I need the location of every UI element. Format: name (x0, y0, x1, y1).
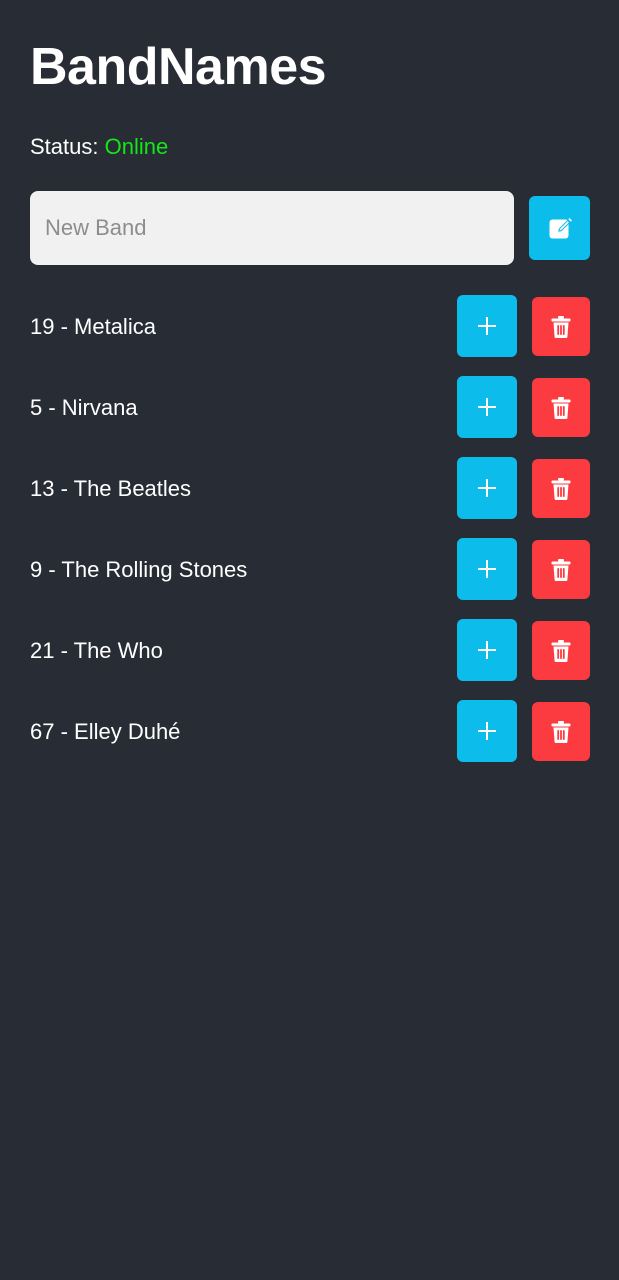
band-label: 5 - Nirvana (30, 395, 138, 420)
band-label: 13 - The Beatles (30, 476, 192, 501)
edit-icon (548, 216, 572, 240)
plus-icon (476, 396, 498, 418)
page-title: BandNames (30, 38, 327, 96)
band-list: 19 - Metalica 5 - Nirvana 13 - The Beatl… (30, 294, 590, 780)
band-label: 9 - The Rolling Stones (30, 557, 248, 582)
band-row: 13 - The Beatles (30, 456, 590, 537)
new-band-input[interactable] (30, 191, 514, 265)
band-label: 19 - Metalica (30, 314, 156, 339)
plus-icon (476, 477, 498, 499)
vote-button[interactable] (457, 457, 517, 519)
delete-button[interactable] (532, 621, 590, 680)
delete-button[interactable] (532, 540, 590, 599)
vote-button[interactable] (457, 295, 517, 357)
delete-button[interactable] (532, 297, 590, 356)
delete-button[interactable] (532, 459, 590, 518)
band-label: 67 - Elley Duhé (30, 719, 181, 744)
trash-icon (550, 477, 572, 501)
vote-button[interactable] (457, 619, 517, 681)
plus-icon (476, 315, 498, 337)
band-row: 5 - Nirvana (30, 375, 590, 456)
trash-icon (550, 315, 572, 339)
plus-icon (476, 639, 498, 661)
trash-icon (550, 396, 572, 420)
delete-button[interactable] (532, 702, 590, 761)
trash-icon (550, 720, 572, 744)
trash-icon (550, 558, 572, 582)
add-band-button[interactable] (529, 196, 590, 260)
band-label: 21 - The Who (30, 638, 163, 663)
vote-button[interactable] (457, 538, 517, 600)
plus-icon (476, 558, 498, 580)
plus-icon (476, 720, 498, 742)
trash-icon (550, 639, 572, 663)
band-row: 9 - The Rolling Stones (30, 537, 590, 618)
vote-button[interactable] (457, 376, 517, 438)
band-row: 21 - The Who (30, 618, 590, 699)
delete-button[interactable] (532, 378, 590, 437)
status-value: Online (104, 134, 169, 159)
connection-status: Status: Online (30, 132, 168, 162)
band-row: 19 - Metalica (30, 294, 590, 375)
vote-button[interactable] (457, 700, 517, 762)
status-label: Status: (30, 134, 99, 159)
band-row: 67 - Elley Duhé (30, 699, 590, 780)
